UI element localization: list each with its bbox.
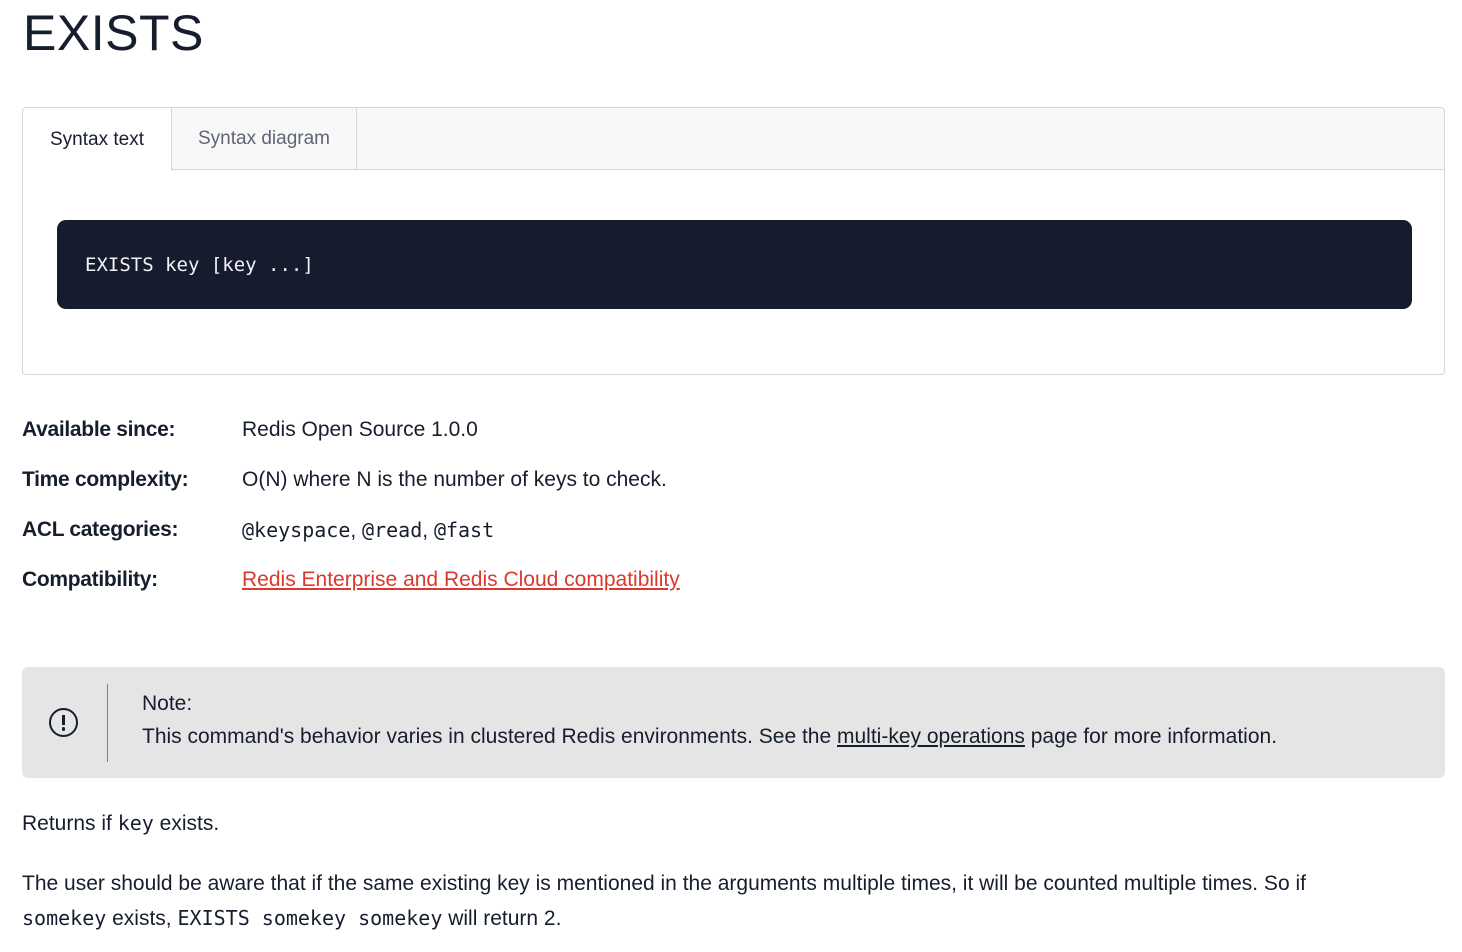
text: The user should be aware that if the sam… bbox=[22, 872, 1306, 895]
acl-category: @read bbox=[362, 517, 423, 542]
page: EXISTS Syntax text Syntax diagram EXISTS… bbox=[0, 0, 1462, 952]
syntax-code-block: EXISTS key [key ...] bbox=[57, 220, 1412, 309]
syntax-panel: Syntax text Syntax diagram EXISTS key [k… bbox=[22, 107, 1445, 375]
text: exists. bbox=[153, 812, 220, 835]
meta-row-acl-categories: ACL categories: @keyspace, @read, @fast bbox=[22, 515, 494, 545]
text: Returns if bbox=[22, 812, 118, 835]
note-title: Note: bbox=[142, 692, 193, 715]
meta-label: Time complexity: bbox=[22, 468, 189, 491]
syntax-code: EXISTS key [key ...] bbox=[85, 253, 314, 276]
meta-value: O(N) where N is the number of keys to ch… bbox=[242, 468, 667, 491]
acl-category: @fast bbox=[433, 517, 495, 542]
tab-syntax-text[interactable]: Syntax text bbox=[23, 108, 172, 171]
note-text: This command's behavior varies in cluste… bbox=[142, 725, 1277, 749]
meta-row-time-complexity: Time complexity: O(N) where N is the num… bbox=[22, 465, 667, 495]
acl-separator: , bbox=[350, 518, 363, 542]
exclamation-circle-icon bbox=[49, 708, 78, 737]
meta-label: Compatibility: bbox=[22, 568, 158, 591]
description-paragraph-2: The user should be aware that if the sam… bbox=[22, 867, 1442, 936]
meta-value: Redis Open Source 1.0.0 bbox=[242, 418, 478, 441]
multi-key-operations-link[interactable]: multi-key operations bbox=[837, 725, 1025, 748]
note-callout: Note: This command's behavior varies in … bbox=[22, 667, 1445, 778]
syntax-tab-bar: Syntax text Syntax diagram bbox=[23, 108, 1444, 171]
acl-category: @keyspace bbox=[242, 517, 351, 542]
meta-row-available-since: Available since: Redis Open Source 1.0.0 bbox=[22, 415, 478, 445]
inline-code: somekey bbox=[22, 906, 107, 930]
note-text-after: page for more information. bbox=[1024, 725, 1278, 748]
acl-separator: , bbox=[422, 518, 434, 542]
inline-code: EXISTS somekey somekey bbox=[177, 906, 443, 930]
meta-value: @keyspace, @read, @fast bbox=[242, 518, 494, 543]
compatibility-link[interactable]: Redis Enterprise and Redis Cloud compati… bbox=[242, 568, 680, 592]
tab-syntax-diagram[interactable]: Syntax diagram bbox=[172, 108, 357, 170]
meta-label: Available since: bbox=[22, 418, 176, 441]
inline-code: key bbox=[117, 811, 154, 835]
text: will return 2. bbox=[442, 907, 562, 930]
description-paragraph-1: Returns if key exists. bbox=[22, 806, 1442, 841]
text: exists, bbox=[106, 907, 178, 930]
note-divider bbox=[107, 684, 108, 762]
meta-label: ACL categories: bbox=[22, 518, 179, 541]
page-title: EXISTS bbox=[23, 5, 204, 61]
note-text-before: This command's behavior varies in cluste… bbox=[142, 725, 837, 748]
meta-row-compatibility: Compatibility: Redis Enterprise and Redi… bbox=[22, 565, 680, 595]
